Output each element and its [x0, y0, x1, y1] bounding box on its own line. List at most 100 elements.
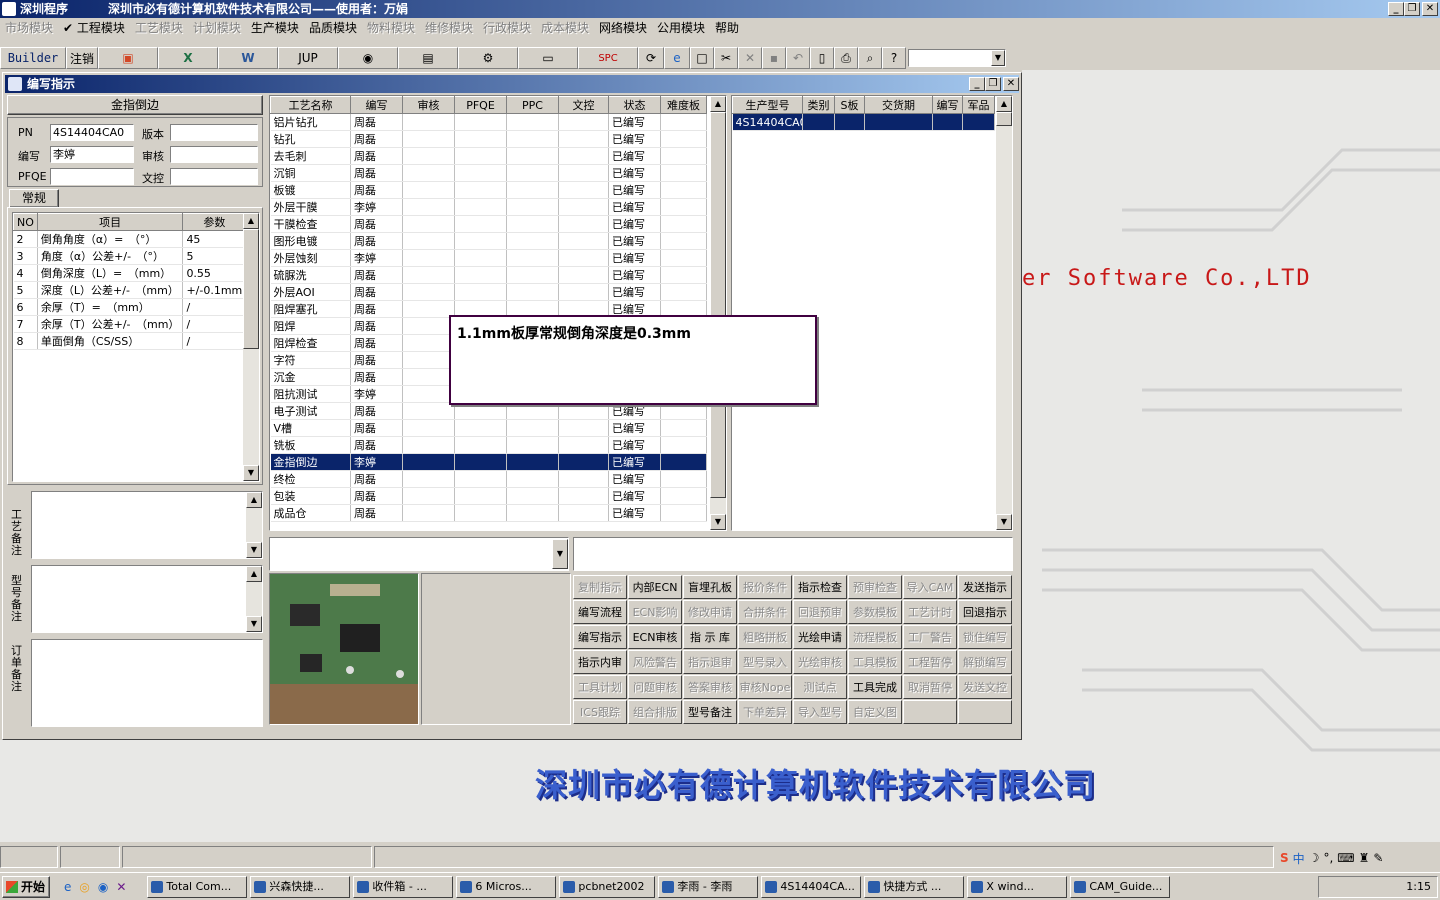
menu-item-2[interactable]: 工艺模块 — [130, 19, 188, 37]
version-field[interactable] — [170, 124, 258, 141]
params-row[interactable]: 4 倒角深度（L）= （mm） 0.55 — [13, 264, 247, 282]
task-button-3[interactable]: 6 Micros... — [456, 875, 557, 898]
menu-item-0[interactable]: 市场模块 — [0, 19, 58, 37]
tab-general[interactable]: 常规 — [9, 189, 59, 207]
cut-icon[interactable]: ✂ — [714, 47, 738, 69]
menu-item-7[interactable]: 维修模块 — [420, 19, 478, 37]
process-header[interactable]: 状态 — [608, 96, 661, 114]
model-scroll-down-icon[interactable]: ▼ — [996, 514, 1012, 530]
process-row[interactable]: 成品仓 周磊 已编写 — [270, 504, 707, 522]
action-button-0-1[interactable]: 内部ECN — [628, 575, 682, 599]
excel-icon[interactable]: X — [158, 47, 218, 69]
ie-quicklaunch-icon[interactable]: e — [64, 880, 71, 894]
model-scrollbar[interactable]: ▲ ▼ — [996, 96, 1012, 530]
process-row[interactable]: 铝片钻孔 周磊 已编写 — [270, 113, 707, 131]
process-row[interactable]: 包装 周磊 已编写 — [270, 487, 707, 505]
action-button-5-4[interactable]: 导入型号 — [793, 700, 847, 724]
menu-item-1[interactable]: ✔ 工程模块 — [58, 19, 130, 37]
scroll-thumb[interactable] — [243, 229, 259, 349]
ime-mode[interactable]: 中 — [1293, 850, 1305, 867]
minimize-button[interactable]: _ — [1388, 2, 1404, 16]
action-button-5-5[interactable]: 自定义图 — [848, 700, 902, 724]
action-button-0-6[interactable]: 导入CAM — [903, 575, 957, 599]
process-header[interactable]: 审核 — [402, 96, 455, 114]
menu-item-11[interactable]: 公用模块 — [652, 19, 710, 37]
action-button-3-7[interactable]: 解锁编写 — [958, 650, 1012, 674]
process-row[interactable]: 图形电镀 周磊 已编写 — [270, 232, 707, 250]
params-header[interactable]: 项目 — [36, 213, 184, 231]
moon-icon[interactable]: ☽ — [1309, 851, 1320, 865]
model-scroll-thumb[interactable] — [996, 112, 1012, 126]
process-row[interactable]: 沉铜 周磊 已编写 — [270, 164, 707, 182]
task-button-4[interactable]: pcbnet2002 — [559, 875, 656, 898]
process-row[interactable]: 干膜检查 周磊 已编写 — [270, 215, 707, 233]
window-restore-button[interactable]: ❐ — [985, 77, 1001, 91]
process-header[interactable]: 工艺名称 — [270, 96, 351, 114]
doc-control-field[interactable] — [170, 168, 258, 185]
action-button-3-0[interactable]: 指示内审 — [573, 650, 627, 674]
spc-button[interactable]: SPC — [578, 47, 638, 69]
logout-button[interactable]: 注销 — [66, 47, 98, 69]
model-header[interactable]: 类别 — [802, 96, 835, 114]
task-button-1[interactable]: 兴森快捷... — [250, 875, 351, 898]
process-note-field[interactable]: ▲ ▼ — [31, 491, 263, 559]
action-button-5-0[interactable]: ICS跟踪 — [573, 700, 627, 724]
process-header[interactable]: PFQE — [454, 96, 507, 114]
process-row[interactable]: 金指倒边 李婷 已编写 — [270, 453, 707, 471]
undo-icon[interactable]: ↶ — [786, 47, 810, 69]
find-icon[interactable]: ⌕ — [858, 47, 882, 69]
process-scroll-down-icon[interactable]: ▼ — [710, 514, 726, 530]
process-row[interactable]: 钻孔 周磊 已编写 — [270, 130, 707, 148]
ie-icon[interactable]: e — [664, 47, 690, 69]
start-button[interactable]: 开始 — [2, 875, 50, 898]
model-header[interactable]: 交货期 — [864, 96, 933, 114]
action-button-3-3[interactable]: 型号录入 — [738, 650, 792, 674]
remark-combo[interactable]: ▼ — [269, 537, 569, 571]
action-button-1-0[interactable]: 编写流程 — [573, 600, 627, 624]
writer-field[interactable]: 李婷 — [50, 146, 134, 163]
process-row[interactable]: 硫脲洗 周磊 已编写 — [270, 266, 707, 284]
process-scroll-thumb[interactable] — [710, 112, 726, 498]
action-button-1-6[interactable]: 工艺计时 — [903, 600, 957, 624]
action-button-3-2[interactable]: 指示退审 — [683, 650, 737, 674]
process-row[interactable]: 外层AOI 周磊 已编写 — [270, 283, 707, 301]
action-button-0-4[interactable]: 指示检查 — [793, 575, 847, 599]
jup-button[interactable]: JUP — [278, 47, 338, 69]
menu-item-4[interactable]: 生产模块 — [246, 19, 304, 37]
model-scroll-up-icon[interactable]: ▲ — [996, 96, 1012, 112]
save-icon[interactable]: ▪ — [762, 47, 786, 69]
params-row[interactable]: 7 余厚（T）公差+/- （mm） / — [13, 315, 247, 333]
tools-icon[interactable]: ✎ — [1373, 851, 1383, 865]
action-button-1-2[interactable]: 修改申请 — [683, 600, 737, 624]
x-quicklaunch-icon[interactable]: ✕ — [116, 880, 126, 894]
params-row[interactable]: 3 角度（α）公差+/- （°） 5 — [13, 247, 247, 265]
menu-item-9[interactable]: 成本模块 — [536, 19, 594, 37]
combo-arrow-icon[interactable]: ▼ — [552, 539, 568, 569]
process-row[interactable]: 铣板 周磊 已编写 — [270, 436, 707, 454]
action-button-1-3[interactable]: 合拼条件 — [738, 600, 792, 624]
shirt-icon[interactable]: ♜ — [1359, 851, 1370, 865]
action-button-2-5[interactable]: 流程模板 — [848, 625, 902, 649]
process-row[interactable]: 电子测试 周磊 已编写 — [270, 402, 707, 420]
action-button-0-2[interactable]: 盲埋孔板 — [683, 575, 737, 599]
task-button-9[interactable]: CAM_Guide... — [1070, 875, 1171, 898]
model-header[interactable]: 军品 — [962, 96, 995, 114]
process-row[interactable]: V槽 周磊 已编写 — [270, 419, 707, 437]
action-button-4-3[interactable]: 审核Nope — [738, 675, 792, 699]
action-button-1-4[interactable]: 回退预审 — [793, 600, 847, 624]
process-scroll-up-icon[interactable]: ▲ — [710, 96, 726, 112]
task-button-6[interactable]: 4S14404CA... — [761, 875, 862, 898]
model-header[interactable]: 编写 — [932, 96, 963, 114]
action-button-2-0[interactable]: 编写指示 — [573, 625, 627, 649]
process-header[interactable]: PPC — [506, 96, 559, 114]
action-button-4-5[interactable]: 工具完成 — [848, 675, 902, 699]
order-note-field[interactable] — [31, 639, 263, 727]
model-row[interactable]: 4S14404CA0 — [732, 113, 995, 131]
word-icon[interactable]: W — [218, 47, 278, 69]
help-icon[interactable]: ? — [882, 47, 906, 69]
action-button-0-7[interactable]: 发送指示 — [958, 575, 1012, 599]
params-row[interactable]: 2 倒角角度（α）= （°） 45 — [13, 230, 247, 248]
action-button-1-5[interactable]: 参数模板 — [848, 600, 902, 624]
close-button[interactable]: ✕ — [1422, 2, 1438, 16]
menu-item-8[interactable]: 行政模块 — [478, 19, 536, 37]
